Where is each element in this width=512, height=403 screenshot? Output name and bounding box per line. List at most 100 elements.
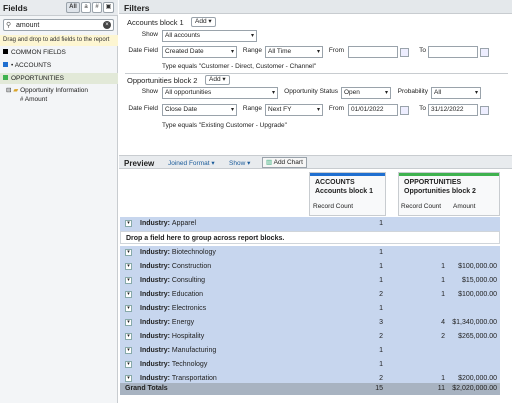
filter-all-button[interactable]: All [66,2,80,13]
fields-title: Fields [3,3,28,13]
row-menu-icon[interactable]: ▾ [125,375,132,382]
filter-text-button[interactable]: a [81,2,91,13]
opportunities-swatch [3,75,8,80]
row-menu-icon[interactable]: ▾ [125,347,132,354]
row-menu-icon[interactable]: ▾ [125,277,132,284]
block2-probability-select[interactable]: All ▾ [431,87,481,99]
opportunities-amount: $100,000.00 [458,291,497,298]
industry-label: Industry: Biotechnology [140,249,216,256]
table-row[interactable]: ▾ Industry: Hospitality 2 2 $265,000.00 [120,330,500,344]
group-common-fields[interactable]: COMMON FIELDS [0,47,118,58]
field-search-box[interactable]: ⚲ amount × [3,19,114,31]
grand-totals-row: Grand Totals 15 11 $2,020,000.00 [120,383,500,395]
tree-field-amount[interactable]: # Amount [20,96,47,103]
block2-from-input[interactable]: 01/01/2022 [348,104,398,116]
opportunities-amount: $15,000.00 [461,277,497,284]
block1-type-filter[interactable]: Type equals "Customer - Direct, Customer… [162,63,316,70]
table-row[interactable]: ▾ Industry: Energy 3 4 $1,340,000.00 [120,316,500,330]
filter-number-button[interactable]: # [92,2,102,13]
block1-show-label: Show [141,31,158,38]
industry-label: Industry: Manufacturing [140,347,216,354]
block1-date-field-label: Date Field [128,47,158,54]
block2-to-input[interactable]: 31/12/2022 [428,104,478,116]
opportunities-count: 4 [441,319,445,326]
block1-add-button[interactable]: Add ▾ [191,17,216,27]
add-chart-button[interactable]: ▥ Add Chart [262,157,307,168]
opportunities-count: 2 [441,333,445,340]
block1-date-field-select[interactable]: Created Date ▾ [162,46,237,58]
tree-folder-opportunity-information[interactable]: ⊟ ▰ Opportunity Information [6,86,88,94]
row-menu-icon[interactable]: ▾ [125,220,132,227]
row-menu-icon[interactable]: ▾ [125,291,132,298]
block2-date-field-select[interactable]: Close Date ▾ [162,104,237,116]
group-accounts[interactable]: • ACCOUNTS [0,60,118,71]
calendar-icon[interactable] [480,106,489,115]
block2-from-label: From [328,105,344,112]
industry-label: Industry: Construction [140,263,211,270]
filter-date-button[interactable]: ▣ [103,2,114,13]
block1-show-select[interactable]: All accounts ▾ [162,30,257,42]
block2-show-select[interactable]: All opportunities ▾ [162,87,278,99]
group-opportunities[interactable]: OPPORTUNITIES [0,73,118,84]
block1-range-select[interactable]: All Time ▾ [265,46,323,58]
filters-header: Filters [119,0,512,14]
industry-prefix: Industry: [140,277,170,284]
opportunities-record-count-header[interactable]: Record Count [401,203,441,210]
opportunities-amount: $265,000.00 [458,333,497,340]
format-dropdown[interactable]: Joined Format ▾ [168,159,215,167]
table-row[interactable]: ▾ Industry: Consulting 1 1 $15,000.00 [120,274,500,288]
table-row[interactable]: ▾ Industry: Electronics 1 [120,302,500,316]
table-row[interactable]: ▾ Industry: Technology 1 [120,358,500,372]
opportunities-amount-header[interactable]: Amount [453,203,475,210]
block1-from-input[interactable] [348,46,398,58]
row-menu-icon[interactable]: ▾ [125,249,132,256]
opportunities-amount: $100,000.00 [458,263,497,270]
row-menu-icon[interactable]: ▾ [125,319,132,326]
table-row[interactable]: ▾ Industry: Manufacturing 1 [120,344,500,358]
search-icon: ⚲ [6,22,12,29]
collapse-icon[interactable]: ⊟ [6,87,11,94]
calendar-icon[interactable] [400,48,409,57]
block2-add-button[interactable]: Add ▾ [205,75,230,85]
industry-value: Construction [171,263,212,270]
industry-prefix: Industry: [140,333,170,340]
block2-range-select[interactable]: Next FY ▾ [265,104,323,116]
block2-show-label: Show [141,88,158,95]
industry-prefix: Industry: [140,263,170,270]
accounts-record-count-header[interactable]: Record Count [313,203,353,210]
row-menu-icon[interactable]: ▾ [125,305,132,312]
calendar-icon[interactable] [400,106,409,115]
block2-type-filter[interactable]: Type equals "Existing Customer - Upgrade… [162,122,287,129]
select-value: Open [344,89,360,96]
table-row[interactable]: ▾ Industry: Construction 1 1 $100,000.00 [120,260,500,274]
select-value: All accounts [165,32,201,39]
row-menu-icon[interactable]: ▾ [125,333,132,340]
accounts-count: 3 [379,319,383,326]
grand-total-opportunities: 11 [437,385,445,392]
chevron-down-icon: ▾ [230,49,234,55]
show-dropdown[interactable]: Show ▾ [229,159,250,167]
search-input[interactable]: amount [16,22,39,29]
industry-label: Industry: Consulting [140,277,205,284]
table-row[interactable]: ▾ Industry: Education 2 1 $100,000.00 [120,288,500,302]
industry-prefix: Industry: [140,291,170,298]
calendar-icon[interactable] [480,48,489,57]
industry-label: Industry: Electronics [140,305,206,312]
add-chart-label: Add Chart [273,159,303,166]
row-menu-icon[interactable]: ▾ [125,361,132,368]
table-row[interactable]: ▾ Industry: Biotechnology 1 [120,246,500,260]
block1-to-input[interactable] [428,46,478,58]
industry-value: Education [171,291,204,298]
format-label: Joined Format [168,160,210,167]
industry-prefix: Industry: [140,305,170,312]
row-menu-icon[interactable]: ▾ [125,263,132,270]
drop-zone[interactable]: Drop a field here to group across report… [120,231,500,244]
clear-search-icon[interactable]: × [103,21,111,29]
table-row[interactable]: ▾ Industry: Apparel 1 [120,217,500,231]
opportunities-amount: $200,000.00 [458,375,497,382]
industry-prefix: Industry: [140,319,170,326]
opportunities-color-bar [399,173,499,176]
group-label: • ACCOUNTS [11,62,52,69]
accounts-count: 1 [379,249,383,256]
block2-status-select[interactable]: Open ▾ [341,87,391,99]
